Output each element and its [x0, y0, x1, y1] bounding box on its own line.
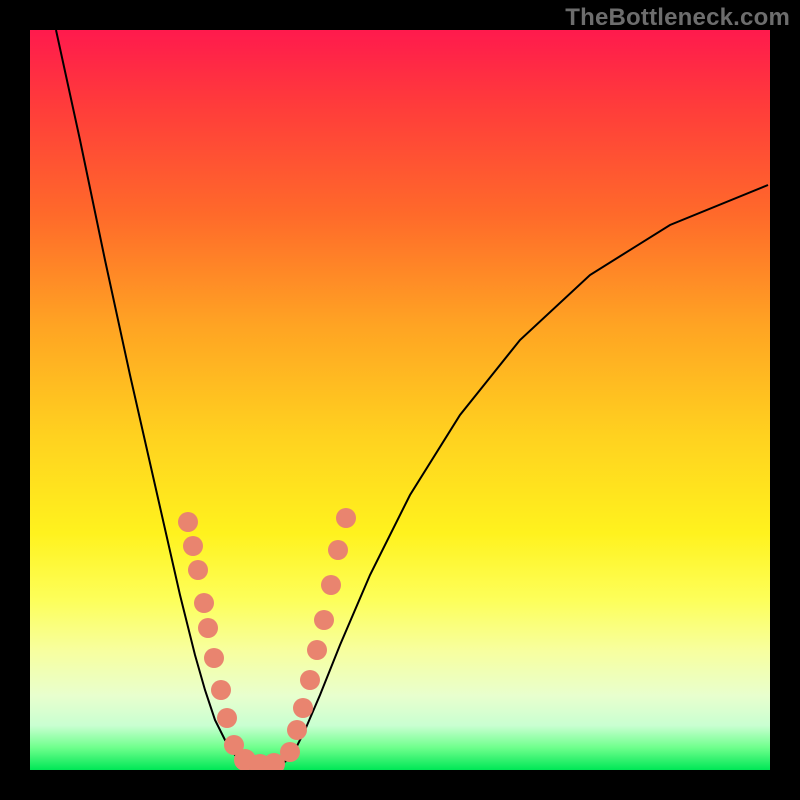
chart-frame: [30, 30, 770, 770]
data-marker: [194, 593, 214, 613]
data-marker: [300, 670, 320, 690]
data-marker: [178, 512, 198, 532]
data-marker: [287, 720, 307, 740]
chart-svg: [30, 30, 770, 770]
data-marker: [211, 680, 231, 700]
curve-right: [285, 185, 768, 762]
data-marker: [314, 610, 334, 630]
data-marker: [204, 648, 224, 668]
data-marker: [188, 560, 208, 580]
data-marker: [321, 575, 341, 595]
data-marker: [328, 540, 348, 560]
data-marker: [307, 640, 327, 660]
data-marker: [336, 508, 356, 528]
data-marker: [217, 708, 237, 728]
watermark-text: TheBottleneck.com: [565, 4, 790, 32]
data-marker: [183, 536, 203, 556]
data-marker: [198, 618, 218, 638]
data-marker: [293, 698, 313, 718]
data-marker: [280, 742, 300, 762]
marker-group: [178, 508, 356, 770]
